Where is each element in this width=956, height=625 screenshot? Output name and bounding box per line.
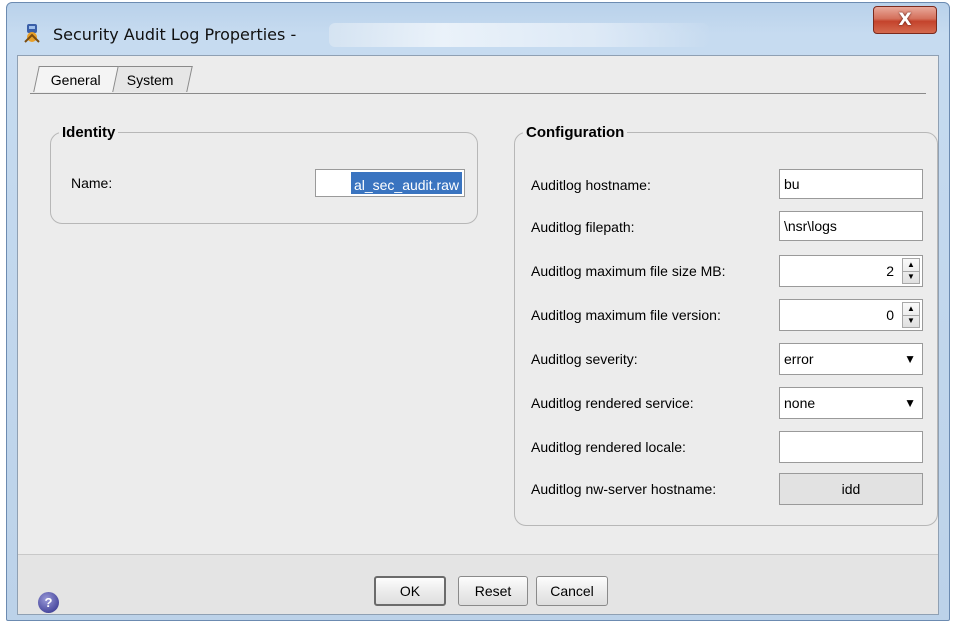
nw-server-value: idd <box>841 481 861 497</box>
severity-dropdown[interactable]: error ▼ <box>779 343 923 375</box>
configuration-group-title: Configuration <box>523 124 628 141</box>
spinner-up-arrow-icon[interactable]: ▲ <box>903 303 919 315</box>
rendered-service-value: none <box>784 395 816 411</box>
rendered-locale-label: Auditlog rendered locale: <box>531 439 686 455</box>
help-icon[interactable]: ? <box>38 592 59 613</box>
chevron-down-icon: ▼ <box>904 352 916 366</box>
cancel-button[interactable]: Cancel <box>536 576 608 606</box>
ok-button-label: OK <box>399 583 421 599</box>
name-label: Name: <box>71 175 113 191</box>
security-audit-app-icon <box>24 24 40 43</box>
max-size-value: 2 <box>886 263 894 279</box>
cancel-button-label: Cancel <box>550 583 594 599</box>
max-size-label: Auditlog maximum file size MB: <box>531 263 726 279</box>
tab-system-label: System <box>126 71 174 88</box>
rendered-service-dropdown[interactable]: none ▼ <box>779 387 923 419</box>
max-version-spinner-arrows: ▲ ▼ <box>902 302 920 328</box>
severity-value: error <box>784 351 814 367</box>
spinner-up-arrow-icon[interactable]: ▲ <box>903 259 919 271</box>
reset-button-label: Reset <box>474 583 512 599</box>
rendered-locale-field[interactable] <box>779 431 923 463</box>
close-icon: X <box>898 10 912 30</box>
ok-button[interactable]: OK <box>374 576 446 606</box>
filepath-label: Auditlog filepath: <box>531 219 635 235</box>
reset-button[interactable]: Reset <box>458 576 528 606</box>
help-glyph: ? <box>44 595 53 610</box>
identity-group-title: Identity <box>59 124 119 141</box>
max-version-spinner[interactable]: 0 ▲ ▼ <box>779 299 923 331</box>
max-version-label: Auditlog maximum file version: <box>531 307 721 323</box>
max-size-spinner-arrows: ▲ ▼ <box>902 258 920 284</box>
tab-system[interactable]: System <box>107 66 193 92</box>
hostname-label: Auditlog hostname: <box>531 177 651 193</box>
name-field-selected-text: al_sec_audit.raw <box>350 172 462 194</box>
button-bar-divider <box>18 554 938 555</box>
max-size-spinner[interactable]: 2 ▲ ▼ <box>779 255 923 287</box>
hostname-value: bu <box>784 176 800 192</box>
title-redaction <box>329 23 709 47</box>
chevron-down-icon: ▼ <box>904 396 916 410</box>
hostname-field[interactable]: bu <box>779 169 923 199</box>
dialog-content: System General Identity Name: al_sec_aud… <box>17 55 939 615</box>
nw-server-field: idd <box>779 473 923 505</box>
title-bar[interactable]: Security Audit Log Properties - X <box>7 3 949 53</box>
tab-general-label: General <box>50 71 101 88</box>
max-version-value: 0 <box>886 307 894 323</box>
filepath-value: \nsr\logs <box>784 218 837 234</box>
spinner-down-arrow-icon[interactable]: ▼ <box>903 270 919 284</box>
dialog-window: Security Audit Log Properties - X System… <box>6 2 950 621</box>
window-title: Security Audit Log Properties - <box>53 25 297 44</box>
tab-divider <box>30 93 926 94</box>
rendered-service-label: Auditlog rendered service: <box>531 395 694 411</box>
identity-group: Identity Name: al_sec_audit.raw <box>50 124 478 224</box>
tab-general[interactable]: General <box>33 66 119 92</box>
severity-label: Auditlog severity: <box>531 351 638 367</box>
configuration-group: Configuration Auditlog hostname: bu Audi… <box>514 124 938 526</box>
name-field[interactable]: al_sec_audit.raw <box>315 169 465 197</box>
close-button[interactable]: X <box>873 6 937 34</box>
filepath-field[interactable]: \nsr\logs <box>779 211 923 241</box>
spinner-down-arrow-icon[interactable]: ▼ <box>903 314 919 328</box>
nw-server-label: Auditlog nw-server hostname: <box>531 481 717 497</box>
